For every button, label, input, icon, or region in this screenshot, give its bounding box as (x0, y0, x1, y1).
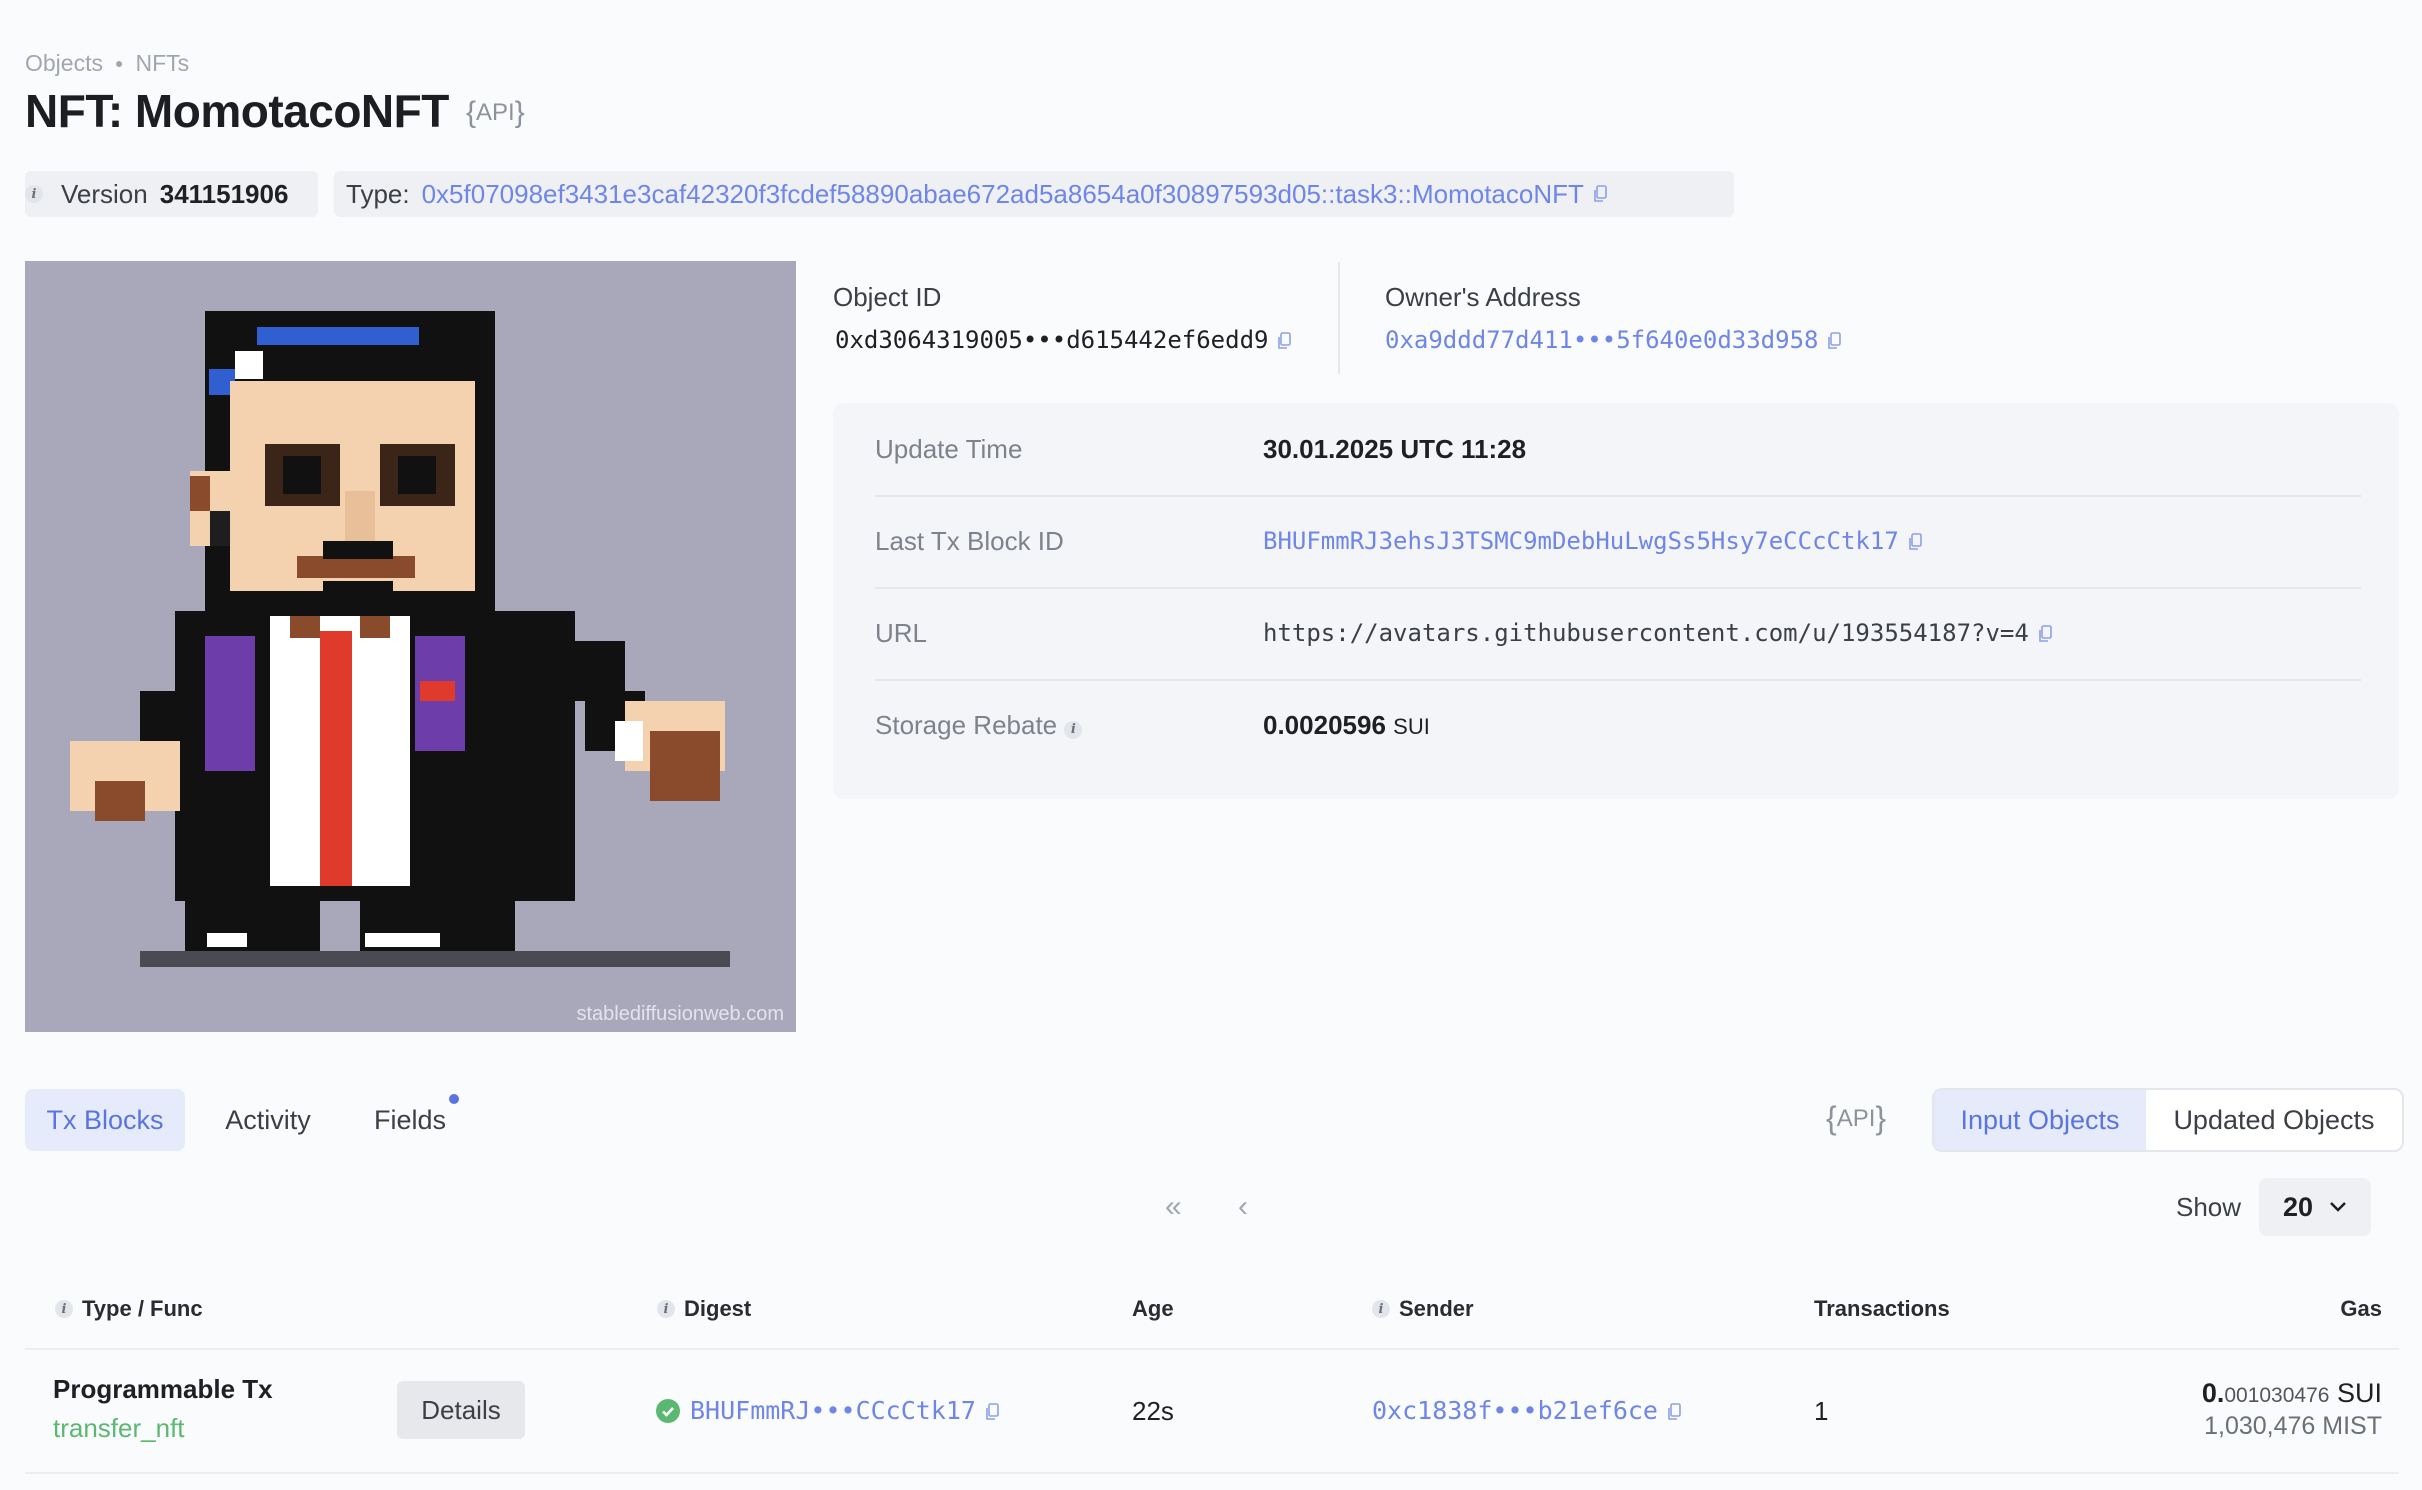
last-tx-value: BHUFmmRJ3ehsJ3TSMC9mDebHuLwgSs5Hsy7eCCcC… (1263, 495, 1922, 587)
chevron-left-icon[interactable]: ‹ (1238, 1190, 1248, 1224)
breadcrumb-separator: ● (114, 55, 124, 71)
update-time-label: Update Time (875, 434, 1023, 464)
tx-sender-link[interactable]: 0xc1838f•••b21ef6ce (1372, 1396, 1658, 1425)
column-header-digest: i Digest (657, 1296, 751, 1322)
owner-address-label: Owner's Address (1385, 282, 1581, 312)
info-icon[interactable]: i (25, 185, 43, 203)
column-header-age: Age (1132, 1296, 1174, 1321)
details-button[interactable]: Details (397, 1381, 525, 1439)
input-objects-toggle[interactable]: Input Objects (1934, 1090, 2146, 1150)
breadcrumb-objects[interactable]: Objects (25, 50, 103, 76)
version-label: Version (61, 178, 148, 209)
last-tx-label: Last Tx Block ID (875, 526, 1064, 556)
page-title: NFT: MomotacoNFT (25, 85, 449, 137)
info-icon[interactable]: i (657, 1300, 675, 1318)
storage-rebate-unit: SUI (1393, 714, 1430, 739)
owner-address-value: 0xa9ddd77d411•••5f640e0d33d958 (1385, 326, 1842, 354)
page-size-value: 20 (2283, 1192, 2314, 1222)
column-header-label: Sender (1399, 1296, 1474, 1321)
success-check-icon (656, 1399, 680, 1423)
nft-pixel-art (25, 261, 796, 1032)
info-icon[interactable]: i (55, 1300, 73, 1318)
objects-toggle: Input Objects Updated Objects (1932, 1088, 2404, 1152)
last-tx-link[interactable]: BHUFmmRJ3ehsJ3TSMC9mDebHuLwgSs5Hsy7eCCcC… (1263, 527, 1899, 555)
tx-function[interactable]: transfer_nft (53, 1413, 185, 1444)
type-value-link[interactable]: 0x5f07098ef3431e3caf42320f3fcdef58890aba… (422, 179, 1584, 210)
tx-digest: BHUFmmRJ•••CCcCtk17 (690, 1396, 999, 1425)
gas-sui-fraction: 001030476 (2224, 1384, 2330, 1407)
breadcrumb: Objects ● NFTs (25, 50, 189, 77)
gas-sui-whole: 0. (2201, 1378, 2225, 1408)
copy-icon[interactable] (1667, 1403, 1681, 1421)
copy-icon[interactable] (1593, 185, 1607, 203)
api-link[interactable]: {API} (466, 96, 525, 130)
column-header-type-func: i Type / Func (55, 1296, 203, 1322)
copy-icon[interactable] (2038, 625, 2052, 643)
url-row: URL https://avatars.githubusercontent.co… (875, 587, 2361, 681)
nft-image: stablediffusionweb.com (25, 261, 796, 1032)
divider (1338, 262, 1340, 374)
tx-count: 1 (1814, 1396, 1829, 1426)
version-value: 341151906 (159, 178, 289, 209)
info-icon[interactable]: i (1372, 1300, 1390, 1318)
breadcrumb-nfts[interactable]: NFTs (135, 50, 189, 76)
storage-rebate-value: 0.0020596 (1263, 710, 1386, 740)
chevron-down-icon (2327, 1178, 2349, 1256)
column-header-sender: i Sender (1372, 1296, 1474, 1322)
copy-icon[interactable] (985, 1403, 999, 1421)
copy-icon[interactable] (1827, 332, 1842, 350)
type-label: Type: (346, 178, 410, 209)
url-label: URL (875, 618, 928, 648)
copy-icon[interactable] (1908, 533, 1922, 551)
api-label: API (1836, 1105, 1876, 1132)
column-header-label: Type / Func (82, 1296, 203, 1321)
last-tx-row: Last Tx Block ID BHUFmmRJ3ehsJ3TSMC9mDeb… (875, 495, 2361, 589)
storage-rebate-label: Storage Rebate (875, 710, 1058, 740)
tx-sender: 0xc1838f•••b21ef6ce (1372, 1396, 1681, 1425)
storage-rebate-value-wrap: 0.0020596 SUI (1263, 679, 1430, 773)
update-time-row: Update Time 30.01.2025 UTC 11:28 (875, 403, 2361, 497)
divider (25, 1472, 2399, 1474)
storage-rebate-row: Storage Rebate i 0.0020596 SUI (875, 679, 2361, 771)
owner-address-link[interactable]: 0xa9ddd77d411•••5f640e0d33d958 (1385, 326, 1818, 354)
object-properties-card: Update Time 30.01.2025 UTC 11:28 Last Tx… (833, 403, 2399, 799)
tab-activity[interactable]: Activity (200, 1089, 336, 1151)
gas-sui-unit: SUI (2336, 1378, 2382, 1408)
chevron-double-left-icon[interactable]: « (1165, 1190, 1182, 1224)
object-id-label: Object ID (833, 282, 942, 312)
show-label: Show (2176, 1192, 2242, 1222)
type-chip: Type: 0x5f07098ef3431e3caf42320f3fcdef58… (334, 171, 1734, 217)
notification-dot (449, 1094, 459, 1104)
url-value: https://avatars.githubusercontent.com/u/… (1263, 587, 2052, 679)
gas-sui: 0.001030476 SUI (2202, 1378, 2382, 1409)
copy-icon[interactable] (1277, 332, 1292, 350)
column-header-gas: Gas (2340, 1296, 2382, 1321)
api-label: API (476, 99, 515, 126)
update-time-value: 30.01.2025 UTC 11:28 (1263, 434, 1527, 464)
tx-age: 22s (1132, 1396, 1174, 1426)
storage-rebate-label-wrap: Storage Rebate i (875, 679, 1083, 771)
updated-objects-toggle[interactable]: Updated Objects (2146, 1090, 2402, 1150)
tab-tx-blocks[interactable]: Tx Blocks (25, 1089, 185, 1151)
image-watermark: stablediffusionweb.com (576, 1003, 784, 1025)
column-header-label: Digest (684, 1296, 752, 1321)
object-id-value: 0xd3064319005•••d615442ef6edd9 (835, 326, 1292, 354)
divider (25, 1348, 2399, 1350)
tx-type: Programmable Tx (53, 1374, 273, 1404)
tx-digest-link[interactable]: BHUFmmRJ•••CCcCtk17 (690, 1396, 976, 1425)
gas-mist: 1,030,476 MIST (2204, 1412, 2382, 1440)
object-id-text: 0xd3064319005•••d615442ef6edd9 (835, 326, 1269, 354)
url-text[interactable]: https://avatars.githubusercontent.com/u/… (1263, 619, 2029, 647)
page-size-select[interactable]: 20 (2259, 1178, 2371, 1236)
info-icon[interactable]: i (1064, 721, 1083, 739)
api-link[interactable]: {API} (1826, 1100, 1886, 1137)
column-header-transactions: Transactions (1814, 1296, 1950, 1321)
version-chip: i Version 341151906 (25, 171, 318, 217)
